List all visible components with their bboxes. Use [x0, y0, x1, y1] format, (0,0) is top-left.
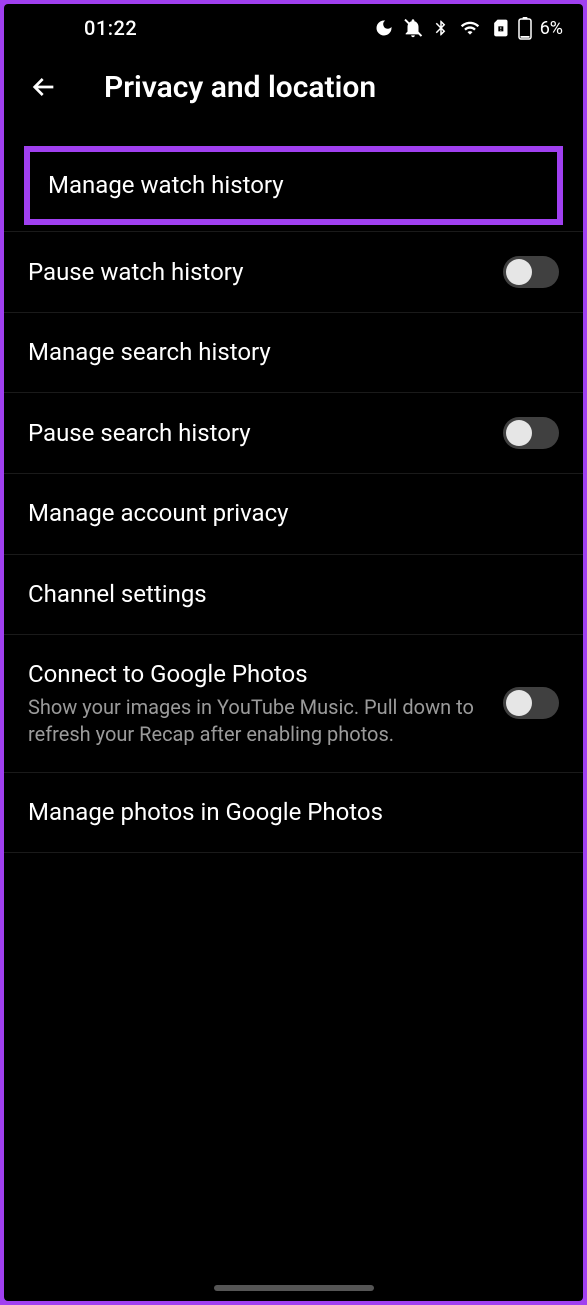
item-label: Channel settings	[28, 579, 559, 610]
settings-list: Manage watch history Pause watch history…	[4, 122, 583, 1301]
status-time: 01:22	[84, 16, 137, 40]
toggle-knob	[506, 690, 532, 716]
item-subtitle: Show your images in YouTube Music. Pull …	[28, 694, 483, 748]
status-bar: 01:22 6%	[4, 4, 583, 52]
pause-watch-history-item[interactable]: Pause watch history	[4, 232, 583, 313]
item-label: Pause watch history	[28, 257, 483, 288]
page-title: Privacy and location	[104, 70, 376, 105]
nav-handle[interactable]	[214, 1285, 374, 1291]
channel-settings-item[interactable]: Channel settings	[4, 555, 583, 635]
connect-google-photos-item[interactable]: Connect to Google Photos Show your image…	[4, 635, 583, 773]
pause-search-history-item[interactable]: Pause search history	[4, 393, 583, 474]
dnd-moon-icon	[374, 18, 394, 38]
item-label: Pause search history	[28, 418, 483, 449]
wifi-icon	[458, 18, 482, 38]
back-button[interactable]	[24, 67, 64, 107]
manage-account-privacy-item[interactable]: Manage account privacy	[4, 474, 583, 554]
mute-icon	[402, 17, 424, 39]
item-label: Connect to Google Photos	[28, 659, 483, 690]
header: Privacy and location	[4, 52, 583, 122]
manage-watch-history-item[interactable]: Manage watch history	[30, 152, 557, 219]
arrow-back-icon	[28, 71, 60, 103]
battery-percent: 6%	[540, 18, 563, 39]
bluetooth-icon	[432, 18, 450, 38]
toggle-knob	[506, 259, 532, 285]
sim-error-icon	[490, 18, 510, 38]
item-label: Manage search history	[28, 337, 559, 368]
item-label: Manage photos in Google Photos	[28, 797, 559, 828]
pause-watch-history-toggle[interactable]	[503, 256, 559, 288]
connect-google-photos-toggle[interactable]	[503, 687, 559, 719]
pause-search-history-toggle[interactable]	[503, 417, 559, 449]
battery-icon	[518, 16, 532, 40]
item-label: Manage account privacy	[28, 498, 559, 529]
manage-search-history-item[interactable]: Manage search history	[4, 313, 583, 393]
manage-photos-item[interactable]: Manage photos in Google Photos	[4, 773, 583, 853]
highlight-box: Manage watch history	[24, 146, 563, 225]
item-label: Manage watch history	[48, 170, 539, 201]
status-icons: 6%	[374, 16, 563, 40]
toggle-knob	[506, 420, 532, 446]
